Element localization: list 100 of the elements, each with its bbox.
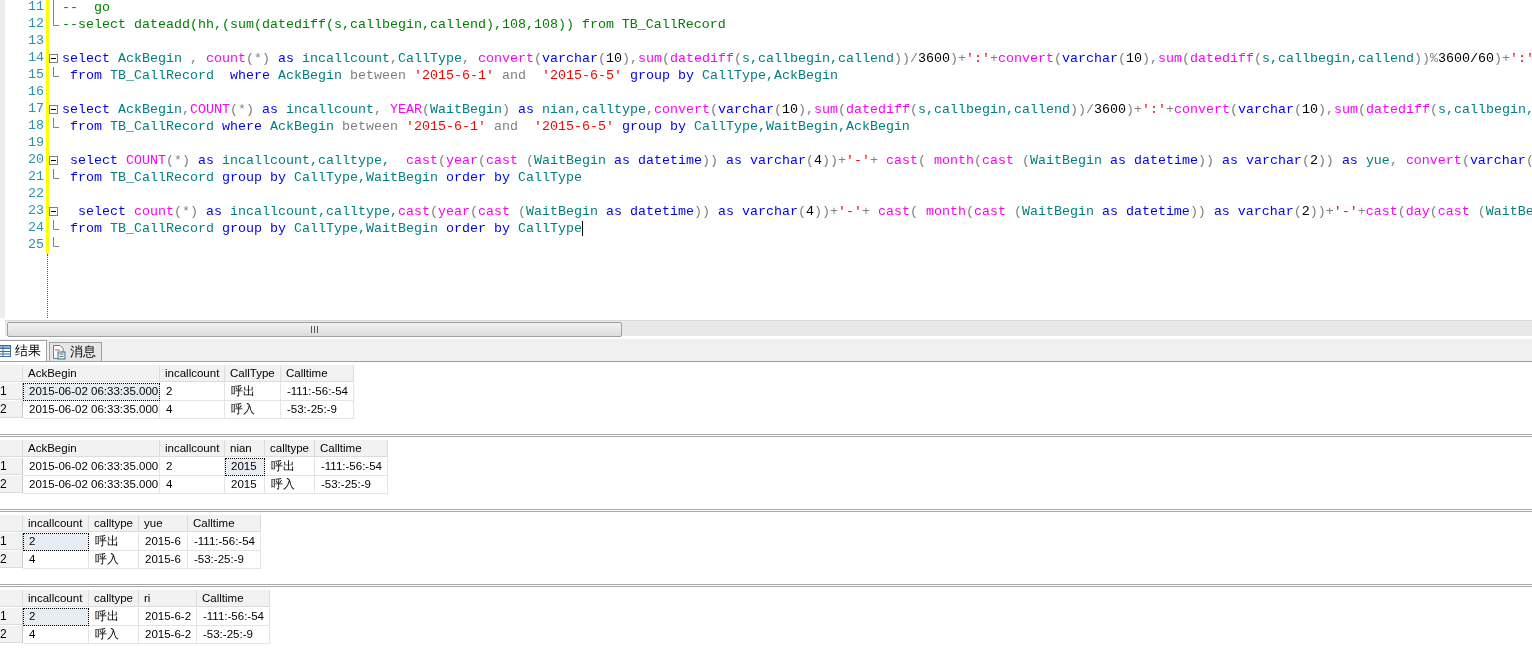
row-header[interactable]: 1 (0, 608, 23, 625)
line-number: 16 (27, 84, 45, 101)
line-number: 24 (27, 220, 45, 237)
line-number: 15 (27, 67, 45, 84)
column-header[interactable]: incallcount (160, 365, 225, 382)
grid-icon (0, 345, 11, 357)
code-line: from TB_CallRecord where AckBegin between '2015-6-1' and '2015-6-5' group by CallType,WaitBegin,AckBegin (69, 119, 910, 134)
table-cell[interactable]: -111:-56:-54 (281, 383, 354, 401)
table-cell[interactable]: 2 (23, 533, 89, 551)
table-cell[interactable]: 呼入 (89, 551, 139, 569)
row-header[interactable]: 2 (0, 476, 23, 493)
table-cell[interactable]: 2015-06-02 06:33:35.000 (23, 476, 160, 494)
table-cell[interactable]: 呼入 (265, 476, 315, 494)
row-header[interactable]: 2 (0, 551, 23, 568)
code-line: select count(*) as incallcount,calltype,cast(year(cast (WaitBegin as datetime)) as varchar(4))+'-'+ cast( month(cast (WaitBegin as datetime)) as varchar(2))+'-'+cast(day(cast (WaitBe (77, 204, 1532, 219)
line-number: 22 (27, 186, 45, 203)
column-header[interactable]: incallcount (23, 590, 89, 607)
table-cell[interactable]: 呼出 (89, 608, 139, 626)
table-cell[interactable]: 4 (23, 626, 89, 644)
collapse-toggle-icon[interactable] (49, 54, 58, 63)
code-line: from TB_CallRecord group by CallType,WaitBegin order by CallType (69, 221, 582, 236)
column-header[interactable]: Calltime (281, 365, 354, 382)
table-cell[interactable]: 2 (160, 383, 225, 401)
column-header[interactable]: AckBegin (23, 365, 160, 382)
column-header[interactable]: AckBegin (23, 440, 160, 457)
code-line: -- go (62, 0, 110, 15)
line-number: 11 (27, 0, 45, 16)
line-number: 20 (27, 152, 45, 169)
table-cell[interactable]: 4 (23, 551, 89, 569)
column-header[interactable]: Calltime (315, 440, 388, 457)
row-header[interactable]: 1 (0, 533, 23, 550)
column-header[interactable]: ri (139, 590, 197, 607)
table-cell[interactable]: 呼入 (225, 401, 281, 419)
code-line: select AckBegin , count(*) as incallcount,CallType, convert(varchar(10),sum(datediff(s,callbegin,callend))/3600)+':'+convert(varchar(10),sum(datediff(s,callbegin,callend))%3600/60)+':' (62, 51, 1532, 66)
column-header[interactable]: incallcount (23, 515, 89, 532)
table-cell[interactable]: 2015-6-2 (139, 626, 197, 644)
result-tab[interactable]: 消息 (49, 342, 102, 361)
column-header[interactable]: Calltime (197, 590, 270, 607)
line-number: 19 (27, 135, 45, 152)
table-cell[interactable]: 呼出 (225, 383, 281, 401)
table-cell[interactable]: 2015 (225, 476, 265, 494)
table-cell[interactable]: 4 (160, 476, 225, 494)
table-cell[interactable]: 呼出 (89, 533, 139, 551)
result-tab[interactable]: 结果 (0, 340, 47, 361)
line-number: 12 (27, 16, 45, 33)
column-header[interactable]: calltype (265, 440, 315, 457)
line-number: 17 (27, 101, 45, 118)
column-header[interactable]: nian (225, 440, 265, 457)
code-line: select COUNT(*) as incallcount,calltype, cast(year(cast (WaitBegin as datetime)) as varchar(4))+'-'+ cast( month(cast (WaitBegin as datetime)) as varchar(2)) as yue, convert(varchar( (69, 153, 1532, 168)
table-cell[interactable]: 2 (160, 458, 225, 476)
table-cell[interactable]: 2015-06-02 06:33:35.000 (23, 383, 160, 401)
grid-corner (0, 440, 23, 457)
table-cell[interactable]: 2015-6 (139, 533, 188, 551)
column-header[interactable]: Calltime (188, 515, 261, 532)
table-cell[interactable]: 4 (160, 401, 225, 419)
table-cell[interactable]: -53:-25:-9 (281, 401, 354, 419)
row-header[interactable]: 1 (0, 458, 23, 475)
column-header[interactable]: incallcount (160, 440, 225, 457)
column-header[interactable]: calltype (89, 590, 139, 607)
line-number: 23 (27, 203, 45, 220)
grid-corner (0, 365, 23, 382)
column-header[interactable]: CallType (225, 365, 281, 382)
grid-corner (0, 590, 23, 607)
table-cell[interactable]: 2 (23, 608, 89, 626)
table-cell[interactable]: -111:-56:-54 (197, 608, 270, 626)
row-header[interactable]: 1 (0, 383, 23, 400)
table-cell[interactable]: 呼出 (265, 458, 315, 476)
table-cell[interactable]: 2015-6 (139, 551, 188, 569)
scrollbar-thumb[interactable] (7, 322, 622, 337)
table-cell[interactable]: -111:-56:-54 (188, 533, 261, 551)
table-cell[interactable]: 2015 (225, 458, 265, 476)
row-header[interactable]: 2 (0, 626, 23, 643)
grip-icon (311, 326, 318, 333)
table-cell[interactable]: -53:-25:-9 (197, 626, 270, 644)
document-icon (52, 344, 66, 360)
table-cell[interactable]: -53:-25:-9 (188, 551, 261, 569)
line-number: 18 (27, 118, 45, 135)
code-line: --select dateadd(hh,(sum(datediff(s,callbegin,callend),108,108)) from TB_CallRecord (62, 17, 726, 32)
code-line: select AckBegin,COUNT(*) as incallcount, YEAR(WaitBegin) as nian,calltype,convert(varchar(10),sum(datediff(s,callbegin,callend))/3600)+':'+convert(varchar(10),sum(datediff(s,callbegin, (62, 102, 1532, 117)
grid-corner (0, 515, 23, 532)
collapse-toggle-icon[interactable] (49, 207, 58, 216)
code-line: from TB_CallRecord group by CallType,WaitBegin order by CallType (69, 170, 582, 185)
collapse-toggle-icon[interactable] (49, 105, 58, 114)
table-cell[interactable]: 呼入 (89, 626, 139, 644)
column-header[interactable]: calltype (89, 515, 139, 532)
table-cell[interactable]: -111:-56:-54 (315, 458, 388, 476)
table-cell[interactable]: 2015-6-2 (139, 608, 197, 626)
table-cell[interactable]: 2015-06-02 06:33:35.000 (23, 458, 160, 476)
row-header[interactable]: 2 (0, 401, 23, 418)
collapse-toggle-icon[interactable] (49, 156, 58, 165)
table-cell[interactable]: 2015-06-02 06:33:35.000 (23, 401, 160, 419)
horizontal-scrollbar[interactable] (5, 320, 1532, 336)
line-number: 25 (27, 237, 45, 254)
column-header[interactable]: yue (139, 515, 188, 532)
table-cell[interactable]: -53:-25:-9 (315, 476, 388, 494)
sql-editor[interactable] (0, 0, 1532, 318)
line-number: 21 (27, 169, 45, 186)
line-number: 14 (27, 50, 45, 67)
code-line: from TB_CallRecord where AckBegin between '2015-6-1' and '2015-6-5' group by CallType,AckBegin (69, 68, 838, 83)
line-number: 13 (27, 33, 45, 50)
